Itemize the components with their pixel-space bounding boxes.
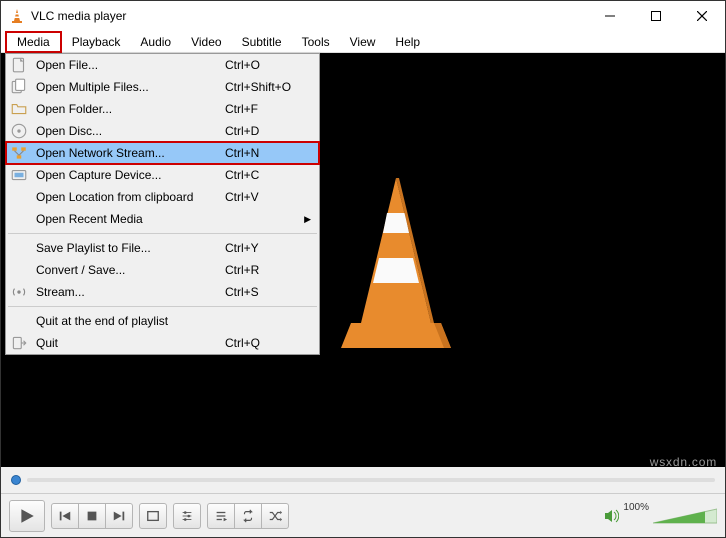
stream-icon: [10, 284, 28, 300]
next-button[interactable]: [105, 503, 133, 529]
menu-help[interactable]: Help: [385, 33, 430, 51]
menu-open-file[interactable]: Open File... Ctrl+O: [6, 54, 319, 76]
seek-track[interactable]: [27, 478, 715, 482]
menu-quit-end[interactable]: Quit at the end of playlist: [6, 310, 319, 332]
stop-button[interactable]: [78, 503, 106, 529]
maximize-button[interactable]: [633, 1, 679, 31]
window-title: VLC media player: [31, 9, 587, 23]
menubar: Media Playback Audio Video Subtitle Tool…: [1, 31, 725, 53]
speaker-icon[interactable]: [603, 508, 619, 524]
separator: [8, 233, 317, 234]
menu-open-capture[interactable]: Open Capture Device... Ctrl+C: [6, 164, 319, 186]
close-button[interactable]: [679, 1, 725, 31]
menu-open-recent[interactable]: Open Recent Media ▶: [6, 208, 319, 230]
blank-icon: [10, 240, 28, 256]
menu-tools[interactable]: Tools: [292, 33, 340, 51]
menu-open-network-stream[interactable]: Open Network Stream... Ctrl+N: [6, 142, 319, 164]
file-icon: [10, 57, 28, 73]
app-icon: [9, 8, 25, 24]
video-area: Open File... Ctrl+O Open Multiple Files.…: [1, 53, 725, 467]
blank-icon: [10, 189, 28, 205]
disc-icon: [10, 123, 28, 139]
blank-icon: [10, 313, 28, 329]
shuffle-button[interactable]: [261, 503, 289, 529]
menu-open-clipboard[interactable]: Open Location from clipboard Ctrl+V: [6, 186, 319, 208]
seek-knob[interactable]: [11, 475, 21, 485]
capture-icon: [10, 167, 28, 183]
menu-audio[interactable]: Audio: [130, 33, 181, 51]
menu-media[interactable]: Media: [5, 31, 62, 53]
network-icon: [10, 145, 28, 161]
menu-stream[interactable]: Stream... Ctrl+S: [6, 281, 319, 303]
blank-icon: [10, 262, 28, 278]
volume-control[interactable]: 100%: [603, 507, 717, 525]
menu-convert-save[interactable]: Convert / Save... Ctrl+R: [6, 259, 319, 281]
blank-icon: [10, 211, 28, 227]
vlc-logo: [331, 173, 461, 353]
prev-button[interactable]: [51, 503, 79, 529]
menu-save-playlist[interactable]: Save Playlist to File... Ctrl+Y: [6, 237, 319, 259]
quit-icon: [10, 335, 28, 351]
menu-subtitle[interactable]: Subtitle: [232, 33, 292, 51]
separator: [8, 306, 317, 307]
loop-button[interactable]: [234, 503, 262, 529]
submenu-arrow-icon: ▶: [301, 214, 311, 225]
controls-toolbar: 100%: [1, 493, 725, 537]
volume-slider[interactable]: [653, 507, 717, 525]
files-icon: [10, 79, 28, 95]
folder-icon: [10, 101, 28, 117]
menu-open-disc[interactable]: Open Disc... Ctrl+D: [6, 120, 319, 142]
volume-percent: 100%: [623, 502, 649, 513]
menu-video[interactable]: Video: [181, 33, 231, 51]
watermark: wsxdn.com: [650, 455, 717, 469]
menu-playback[interactable]: Playback: [62, 33, 131, 51]
minimize-button[interactable]: [587, 1, 633, 31]
extended-settings-button[interactable]: [173, 503, 201, 529]
playlist-button[interactable]: [207, 503, 235, 529]
seek-bar[interactable]: [1, 467, 725, 493]
menu-quit[interactable]: Quit Ctrl+Q: [6, 332, 319, 354]
titlebar: VLC media player: [1, 1, 725, 31]
fullscreen-button[interactable]: [139, 503, 167, 529]
menu-open-multiple[interactable]: Open Multiple Files... Ctrl+Shift+O: [6, 76, 319, 98]
media-dropdown: Open File... Ctrl+O Open Multiple Files.…: [5, 53, 320, 355]
menu-view[interactable]: View: [340, 33, 386, 51]
play-button[interactable]: [9, 500, 45, 532]
menu-open-folder[interactable]: Open Folder... Ctrl+F: [6, 98, 319, 120]
